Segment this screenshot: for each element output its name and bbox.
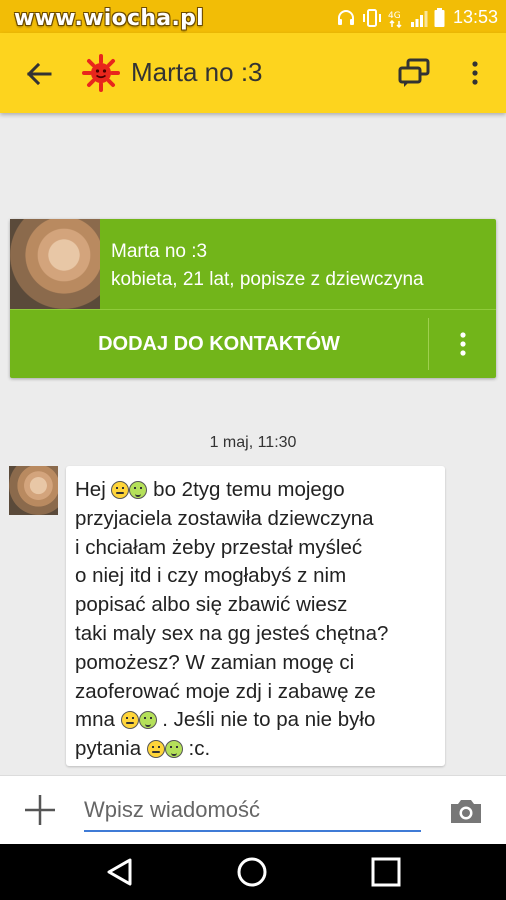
more-vertical-icon (459, 332, 466, 356)
message-line: i chciałam żeby przestał myśleć (75, 534, 435, 563)
smile-emoticon-icon (120, 711, 139, 730)
watermark: www.wiocha.pl (14, 6, 204, 31)
headset-icon (337, 9, 354, 25)
nav-back-button[interactable] (104, 856, 136, 888)
message-line: popisać albo się zbawić wiesz (75, 591, 435, 620)
add-to-contacts-button[interactable]: DODAJ DO KONTAKTÓW (10, 310, 428, 378)
message-text-segment: Hej (75, 478, 112, 501)
message-text-segment: pytania (75, 737, 147, 761)
status-icons: 4G 13:53 (336, 7, 498, 28)
contacts-button[interactable] (396, 57, 432, 89)
message-text-segment: pomożesz? W zamian mogę ci (75, 650, 355, 674)
message-text-segment: i chciałam żeby przestał myśleć (75, 535, 363, 559)
composer-bar (0, 775, 506, 845)
status-bar: www.wiocha.pl 4G 13:53 (0, 0, 506, 33)
camera-button[interactable] (448, 797, 484, 825)
back-button[interactable] (22, 57, 56, 91)
nav-home-button[interactable] (236, 856, 268, 888)
message-text-segment: bo 2tyg temu mojego (147, 478, 345, 501)
status-time: 13:53 (452, 7, 498, 27)
plus-icon (25, 795, 55, 825)
nav-recents-button[interactable] (370, 856, 402, 888)
card-more-button[interactable] (429, 310, 496, 378)
lte-icon: 4G (388, 11, 402, 28)
system-nav-bar (0, 844, 506, 900)
attach-button[interactable] (22, 792, 58, 828)
profile-description: kobieta, 21 lat, popisze z dziewczyna (111, 269, 424, 290)
sun-icon (82, 54, 120, 92)
recents-square-icon (371, 857, 401, 887)
grin-emoticon-icon (138, 711, 157, 730)
grin-emoticon-icon (164, 740, 183, 759)
more-vertical-icon (472, 61, 478, 85)
camera-icon (451, 800, 481, 823)
message-line: pytania :c. (75, 735, 435, 764)
contact-status-avatar[interactable] (82, 54, 120, 92)
message-text-segment: zaoferować moje zdj i zabawę ze (75, 679, 376, 703)
svg-text:4G: 4G (388, 11, 401, 21)
profile-name: Marta no :3 (111, 241, 208, 262)
grin-emoticon-icon (129, 481, 148, 499)
home-circle-icon (237, 857, 267, 887)
message-text-segment: taki maly sex na gg jesteś chętna? (75, 621, 389, 645)
battery-icon (434, 7, 445, 27)
smile-emoticon-icon (146, 740, 165, 759)
arrow-left-icon (26, 62, 52, 86)
signal-icon (410, 10, 428, 27)
message-text-segment: popisać albo się zbawić wiesz (75, 593, 348, 617)
message-bubble: Hej bo 2tyg temu mojego przyjaciela zosta… (66, 466, 445, 766)
message-date: 1 maj, 11:30 (209, 434, 297, 451)
message-line: Hej bo 2tyg temu mojego (75, 476, 435, 505)
message-input[interactable] (84, 790, 421, 832)
profile-photo[interactable] (10, 219, 100, 309)
message-line: zaoferować moje zdj i zabawę ze (75, 678, 435, 707)
page-title: Marta no :3 (131, 57, 263, 87)
avatar[interactable] (9, 466, 58, 515)
profile-card: Marta no :3 kobieta, 21 lat, popisze z d… (10, 219, 496, 378)
message-text-segment: . Jeśli nie to pa nie było (156, 708, 376, 732)
message-line: pomożesz? W zamian mogę ci (75, 649, 435, 678)
message-text: Hej bo 2tyg temu mojego przyjaciela zosta… (75, 476, 435, 764)
message-text-segment: :c. (182, 737, 211, 761)
more-options-button[interactable] (464, 57, 486, 89)
message-text-segment: o niej itd i czy mogłabyś z nim (75, 564, 347, 588)
app-bar: Marta no :3 (0, 33, 506, 113)
message-line: mna . Jeśli nie to pa nie było (75, 706, 435, 735)
smile-emoticon-icon (111, 481, 130, 499)
contacts-icon (398, 58, 430, 87)
vibrate-icon (362, 8, 381, 27)
message-line: taki maly sex na gg jesteś chętna? (75, 620, 435, 649)
message-text-segment: przyjaciela zostawiła dziewczyna (75, 506, 374, 530)
message-text-segment: mna (75, 708, 121, 732)
message-line: przyjaciela zostawiła dziewczyna (75, 505, 435, 534)
back-triangle-icon (107, 858, 132, 886)
message-line: o niej itd i czy mogłabyś z nim (75, 562, 435, 591)
